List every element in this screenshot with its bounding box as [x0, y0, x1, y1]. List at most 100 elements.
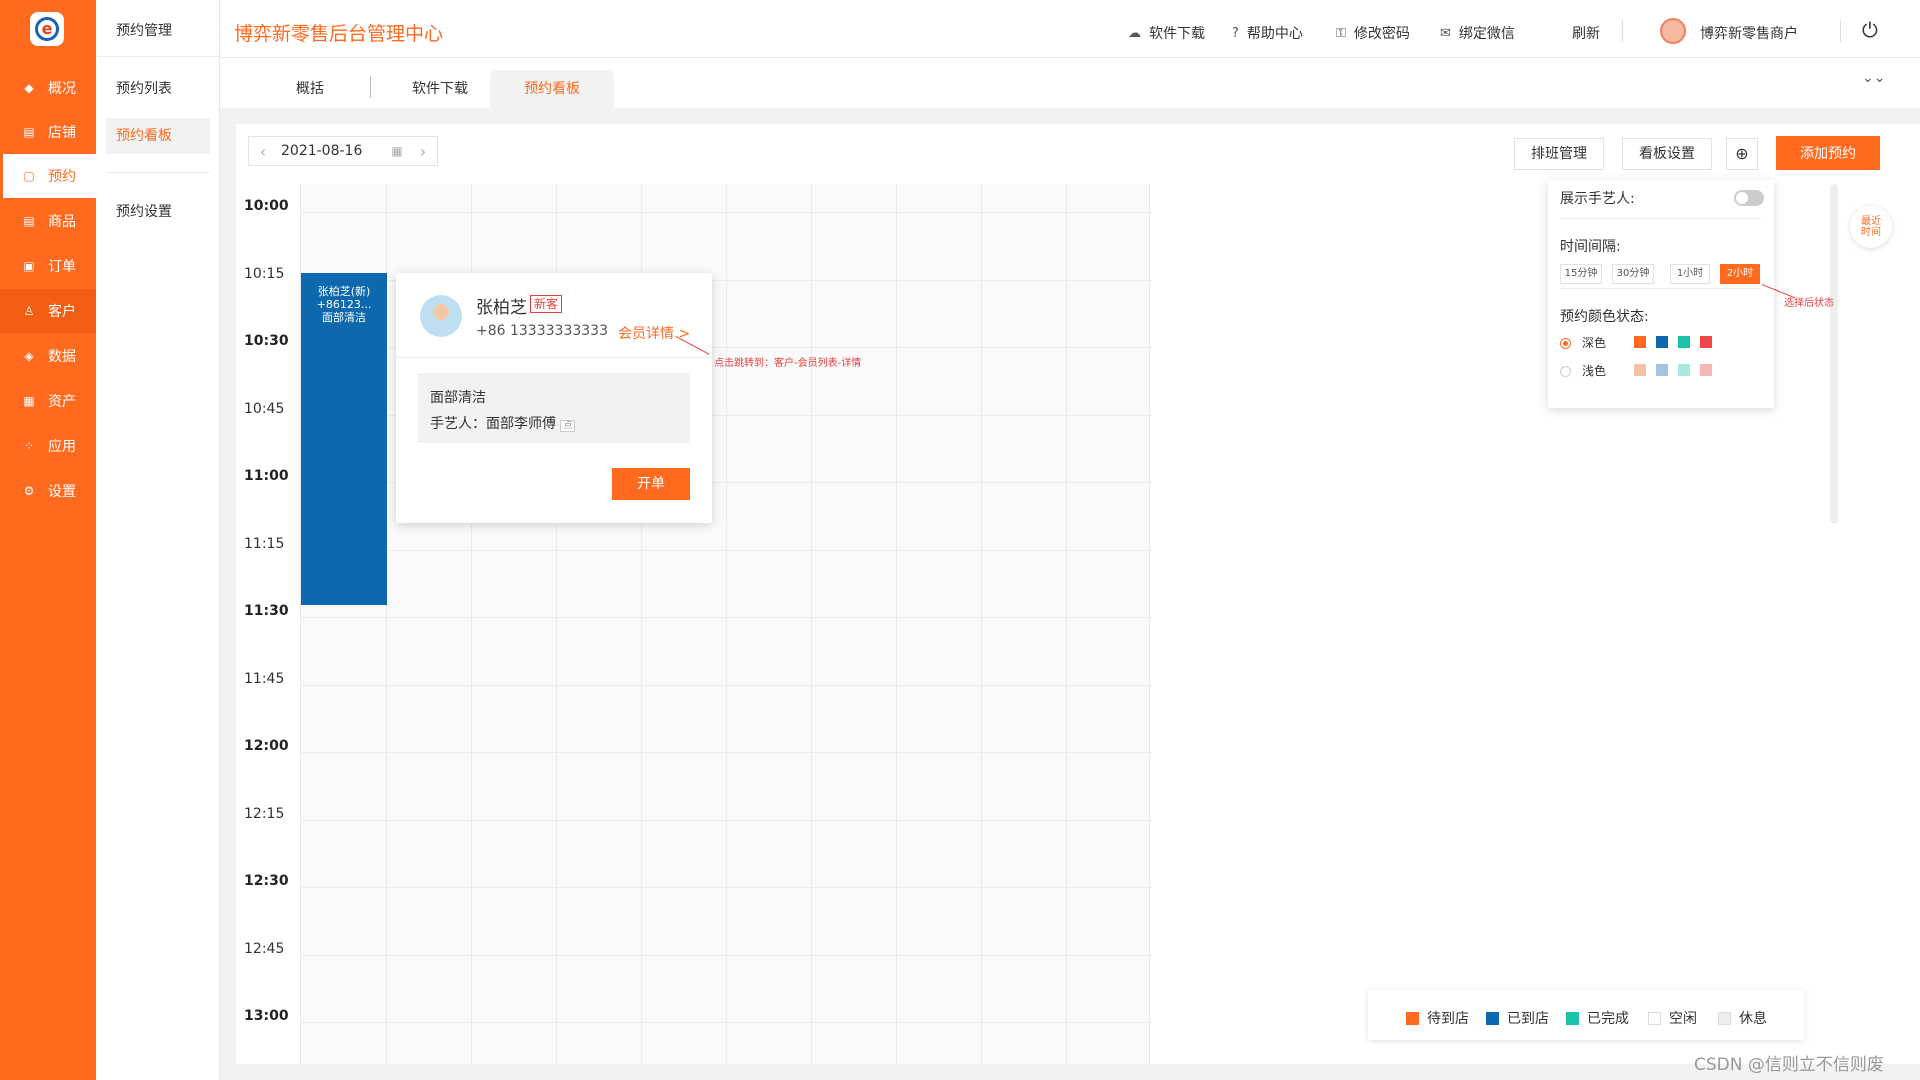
chevron-right-icon[interactable]: ›: [409, 142, 437, 161]
time-label: 10:00: [244, 198, 289, 214]
grid-column-line: [726, 184, 727, 1064]
show-artisan-toggle[interactable]: [1734, 190, 1764, 206]
grid-column-line: [896, 184, 897, 1064]
customer-avatar: [420, 295, 462, 337]
vertical-scrollbar[interactable]: [1830, 184, 1838, 524]
nav-item-assets[interactable]: ▦ 资产: [0, 379, 96, 423]
data-icon: ◈: [24, 349, 34, 363]
power-icon[interactable]: ⏻: [1862, 18, 1878, 42]
tab-download[interactable]: 软件下载: [390, 70, 490, 108]
chevron-double-down-icon[interactable]: ⌄⌄: [1862, 70, 1885, 86]
cloud-download-icon: ☁: [1128, 25, 1141, 41]
nav-item-customers[interactable]: ♙ 客户: [0, 289, 96, 333]
dark-swatch-completed: [1678, 336, 1690, 348]
user-icon: ♙: [23, 304, 35, 318]
nav-item-data[interactable]: ◈ 数据: [0, 334, 96, 378]
header-link-help[interactable]: ? 帮助中心: [1232, 23, 1303, 43]
sub-nav: 预约管理 预约列表 预约看板 预约设置: [96, 0, 220, 1080]
legend-rest: 休息: [1718, 1008, 1767, 1028]
light-color-radio[interactable]: [1560, 366, 1571, 377]
artisan-line: 手艺人：面部李师傅 点: [430, 411, 678, 439]
divider: [1840, 20, 1841, 42]
nav-item-booking[interactable]: ▢ 预约: [0, 154, 96, 198]
appointment-block[interactable]: 张柏芝(新) +86123... 面部清洁: [301, 273, 387, 605]
calendar-icon: ▢: [23, 169, 35, 183]
avatar[interactable]: [1660, 18, 1686, 44]
nav-item-orders[interactable]: ▣ 订单: [0, 244, 96, 288]
tab-overview[interactable]: 概括: [260, 70, 360, 108]
grid-column-line: [1066, 184, 1067, 1064]
schedule-button[interactable]: 排班管理: [1514, 138, 1604, 170]
refresh-button[interactable]: 刷新: [1572, 23, 1600, 43]
add-booking-button[interactable]: 添加预约: [1776, 136, 1880, 170]
artisan-badge: 点: [560, 420, 576, 432]
board-settings-button[interactable]: 看板设置: [1622, 138, 1712, 170]
header-link-wechat[interactable]: ✉ 绑定微信: [1440, 23, 1515, 43]
sub-nav-title: 预约管理: [116, 23, 172, 39]
dark-swatch-cancelled: [1700, 336, 1712, 348]
header-link-password[interactable]: ⚿ 修改密码: [1336, 23, 1410, 43]
interval-30min[interactable]: 30分钟: [1612, 264, 1654, 284]
appointment-service: 面部清洁: [322, 311, 366, 324]
interval-15min[interactable]: 15分钟: [1560, 264, 1602, 284]
light-swatch-cancelled: [1700, 364, 1712, 376]
settings-icon: ⚙: [23, 484, 35, 498]
legend-pending: 待到店: [1406, 1008, 1469, 1028]
time-label: 10:45: [244, 400, 285, 417]
store-icon: ▤: [23, 125, 35, 139]
member-detail-link[interactable]: 会员详情 >: [618, 323, 690, 343]
app-logo[interactable]: e: [30, 12, 64, 46]
chevron-left-icon[interactable]: ‹: [249, 142, 277, 161]
light-swatch-completed: [1678, 364, 1690, 376]
appointment-phone: +86123...: [316, 298, 372, 311]
time-label: 12:30: [244, 873, 289, 889]
annotation-interval: 选择后状态: [1784, 298, 1834, 309]
color-status-label: 预约颜色状态:: [1560, 309, 1649, 325]
time-label: 12:00: [244, 738, 289, 754]
legend-free: 空闲: [1648, 1008, 1697, 1028]
time-label: 10:30: [244, 333, 289, 349]
nav-item-apps[interactable]: ⁘ 应用: [0, 424, 96, 468]
nav-item-goods[interactable]: ▤ 商品: [0, 199, 96, 243]
divider: [106, 172, 210, 173]
header-link-download[interactable]: ☁ 软件下载: [1128, 23, 1205, 43]
divider: [1560, 218, 1762, 219]
date-value[interactable]: 2021-08-16: [277, 143, 385, 159]
divider: [396, 357, 712, 358]
sub-item-booking-list[interactable]: 预约列表: [106, 71, 210, 107]
goods-icon: ▤: [23, 214, 35, 228]
grid-column-line: [811, 184, 812, 1064]
tab-booking-board[interactable]: 预约看板: [490, 70, 614, 108]
interval-2h[interactable]: 2小时: [1720, 264, 1760, 284]
merchant-name[interactable]: 博弈新零售商户: [1700, 23, 1798, 43]
page-tabs: 概括 软件下载 预约看板 ⌄⌄: [220, 58, 1920, 108]
lock-icon: ⚿: [1336, 25, 1346, 41]
help-icon: ?: [1232, 25, 1239, 41]
divider: [370, 76, 371, 98]
interval-1h[interactable]: 1小时: [1670, 264, 1710, 284]
dark-color-radio[interactable]: [1560, 338, 1571, 349]
recent-time-button[interactable]: 最近 时间: [1850, 206, 1892, 248]
interval-label: 时间间隔:: [1560, 239, 1621, 255]
zoom-in-icon[interactable]: ⊕: [1726, 138, 1758, 170]
open-order-button[interactable]: 开单: [612, 468, 690, 500]
date-picker[interactable]: ‹ 2021-08-16 ▦ ›: [248, 136, 438, 166]
status-legend: 待到店 已到店 已完成 空闲 休息: [1368, 990, 1804, 1040]
divider: [96, 56, 220, 57]
asset-icon: ▦: [23, 394, 35, 408]
time-label: 11:45: [244, 670, 285, 687]
light-swatch-pending: [1634, 364, 1646, 376]
grid-column-line: [981, 184, 982, 1064]
show-artisan-label: 展示手艺人:: [1560, 191, 1635, 207]
nav-item-store[interactable]: ▤ 店铺: [0, 110, 96, 154]
sub-item-booking-settings[interactable]: 预约设置: [106, 194, 210, 230]
annotation-member-detail: 点击跳转到：客户-会员列表-详情: [714, 358, 862, 369]
nav-item-overview[interactable]: ◆ 概况: [0, 66, 96, 110]
nav-item-settings[interactable]: ⚙ 设置: [0, 469, 96, 513]
appointment-name: 张柏芝(新): [317, 285, 371, 298]
time-label: 10:15: [244, 265, 285, 282]
order-icon: ▣: [23, 259, 35, 273]
new-customer-badge: 新客: [530, 295, 563, 313]
sub-item-booking-board[interactable]: 预约看板: [106, 118, 210, 154]
calendar-icon[interactable]: ▦: [385, 144, 409, 158]
